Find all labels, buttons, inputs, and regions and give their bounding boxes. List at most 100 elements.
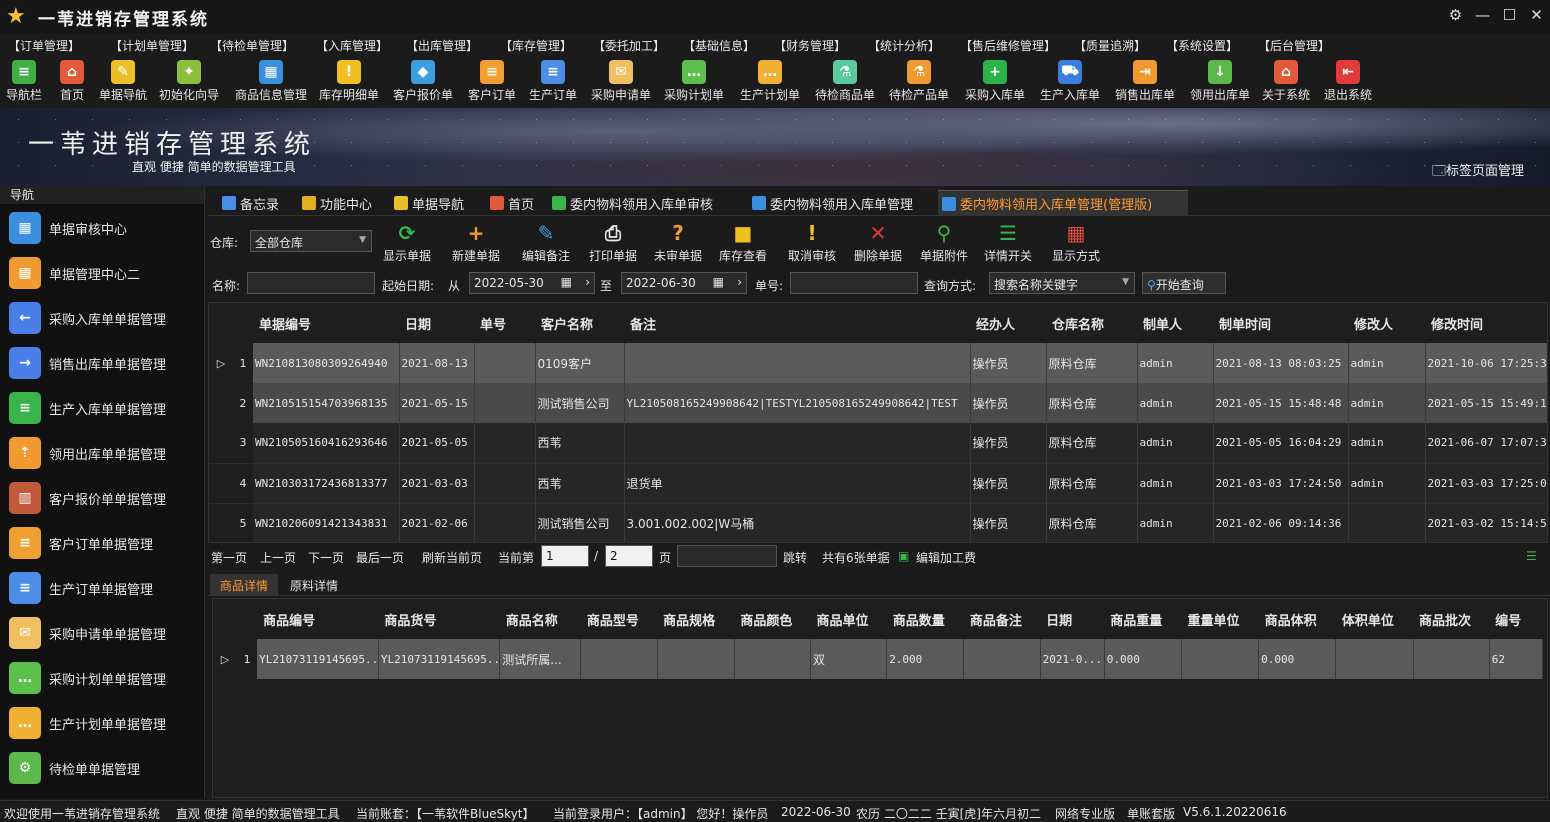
tab-4[interactable]: 委内物料领用入库单审核 xyxy=(548,190,744,216)
column-header[interactable]: 商品单位 xyxy=(810,599,887,639)
table-row[interactable]: 4 WN210303172436813377 2021-03-03 西苇 退货单 操作员原… xyxy=(209,463,1547,504)
toolbar-button-19[interactable]: ⇤ 退出系统 xyxy=(1320,58,1376,106)
column-header[interactable]: 商品重量 xyxy=(1104,599,1182,639)
sidebar-item-2[interactable]: ← 采购入库单单据管理 xyxy=(0,296,204,340)
action-button-4[interactable]: ? 未审单据 xyxy=(648,220,708,264)
table-row[interactable]: ▷ 1 YL21073119145695... YL21073119145695...… xyxy=(213,639,1544,679)
toolbar-button-8[interactable]: ≡ 生产订单 xyxy=(526,58,580,106)
menu-item-9[interactable]: 【统计分析】 xyxy=(868,37,940,54)
sidebar-item-7[interactable]: ≡ 客户订单单据管理 xyxy=(0,521,204,565)
tab-1[interactable]: 功能中心 xyxy=(298,190,386,216)
table-row[interactable]: 5 WN210206091421343831 2021-02-06 测试销售公司 3.0… xyxy=(209,503,1547,542)
column-header[interactable]: 商品货号 xyxy=(378,599,500,639)
action-button-3[interactable]: ⎙ 打印单据 xyxy=(584,220,642,264)
menu-item-3[interactable]: 【入库管理】 xyxy=(316,37,388,54)
toolbar-button-7[interactable]: ≡ 客户订单 xyxy=(464,58,520,106)
column-header[interactable]: 商品编号 xyxy=(257,599,379,639)
sidebar-item-12[interactable]: ⚙ 待检单单据管理 xyxy=(0,746,204,790)
column-header[interactable]: 商品备注 xyxy=(963,599,1041,639)
chevron-right-icon[interactable]: › xyxy=(737,275,742,289)
column-header[interactable]: 制单人 xyxy=(1137,303,1213,343)
sidebar-item-11[interactable]: … 生产计划单单据管理 xyxy=(0,701,204,745)
sidebar-item-10[interactable]: … 采购计划单单据管理 xyxy=(0,656,204,700)
column-header[interactable]: 制单时间 xyxy=(1213,303,1348,343)
table-row[interactable]: 3 WN210505160416293646 2021-05-05 西苇 操作员 原料仓库… xyxy=(209,423,1547,464)
toolbar-button-6[interactable]: ◆ 客户报价单 xyxy=(390,58,456,106)
action-button-7[interactable]: ✕ 删除单据 xyxy=(848,220,908,264)
action-button-5[interactable]: ■ 库存查看 xyxy=(714,220,772,264)
toolbar-button-16[interactable]: ⇥ 销售出库单 xyxy=(1110,58,1180,106)
column-header[interactable]: 重量单位 xyxy=(1181,599,1259,639)
menu-item-11[interactable]: 【质量追溯】 xyxy=(1074,37,1146,54)
settings-gear-icon[interactable]: ⚙ xyxy=(1442,0,1469,30)
column-header[interactable]: 备注 xyxy=(624,303,970,343)
column-header[interactable]: 商品规格 xyxy=(657,599,735,639)
sidebar-item-4[interactable]: ≡ 生产入库单单据管理 xyxy=(0,386,204,430)
sidebar-item-1[interactable]: ▦ 单据管理中心二 xyxy=(0,251,204,295)
menu-item-2[interactable]: 【待检单管理】 xyxy=(210,37,294,54)
column-header[interactable]: 修改时间 xyxy=(1425,303,1547,343)
tab-6[interactable]: 委内物料领用入库单管理(管理版) xyxy=(938,190,1188,216)
search-button[interactable]: ⚲开始查询 xyxy=(1142,272,1226,294)
chevron-right-icon[interactable]: › xyxy=(585,275,590,289)
menu-item-1[interactable]: 【计划单管理】 xyxy=(110,37,194,54)
menu-item-4[interactable]: 【出库管理】 xyxy=(406,37,478,54)
menu-item-7[interactable]: 【基础信息】 xyxy=(683,37,755,54)
column-header[interactable]: 单据编号 xyxy=(253,303,399,343)
sidebar-item-0[interactable]: ▦ 单据审核中心 xyxy=(0,206,204,250)
menu-item-0[interactable]: 【订单管理】 xyxy=(8,37,80,54)
column-header[interactable]: 商品名称 xyxy=(499,599,581,639)
column-header[interactable]: 仓库名称 xyxy=(1046,303,1137,343)
tab-material-details[interactable]: 原料详情 xyxy=(280,574,348,596)
order-no-input[interactable] xyxy=(790,272,918,294)
menu-item-8[interactable]: 【财务管理】 xyxy=(774,37,846,54)
action-button-1[interactable]: + 新建单据 xyxy=(444,220,508,264)
toolbar-button-14[interactable]: + 采购入库单 xyxy=(960,58,1030,106)
toolbar-button-5[interactable]: ! 库存明细单 xyxy=(316,58,382,106)
toolbar-button-12[interactable]: ⚗ 待检商品单 xyxy=(810,58,880,106)
column-header[interactable]: 商品批次 xyxy=(1413,599,1490,639)
column-header[interactable]: 商品型号 xyxy=(580,599,658,639)
column-header[interactable]: 日期 xyxy=(399,303,474,343)
refresh-page-link[interactable]: 刷新当前页 xyxy=(422,549,482,566)
toolbar-button-11[interactable]: … 生产计划单 xyxy=(736,58,804,106)
query-mode-select[interactable]: 搜索名称关键字 ▼ xyxy=(989,272,1135,294)
table-row[interactable]: ▷ 1 WN210813080309264940 2021-08-13 0109客户 操作… xyxy=(209,343,1547,383)
sidebar-item-6[interactable]: ▥ 客户报价单单据管理 xyxy=(0,476,204,520)
toolbar-button-18[interactable]: ⌂ 关于系统 xyxy=(1258,58,1314,106)
toolbar-button-10[interactable]: … 采购计划单 xyxy=(660,58,728,106)
tab-0[interactable]: 备忘录 xyxy=(218,190,294,216)
toolbar-button-17[interactable]: ↓ 领用出库单 xyxy=(1186,58,1254,106)
prev-page-link[interactable]: 上一页 xyxy=(260,549,296,566)
edit-fee-button[interactable]: 编辑加工费 xyxy=(916,549,976,566)
sidebar-item-8[interactable]: ≡ 生产订单单据管理 xyxy=(0,566,204,610)
column-header[interactable]: 单号 xyxy=(474,303,535,343)
calendar-icon[interactable]: ▦ xyxy=(713,275,724,289)
column-header[interactable]: 客户名称 xyxy=(535,303,624,343)
menu-item-5[interactable]: 【库存管理】 xyxy=(500,37,572,54)
column-settings-icon[interactable]: ☰ xyxy=(1526,549,1537,563)
calendar-icon[interactable]: ▦ xyxy=(561,275,572,289)
tab-2[interactable]: 单据导航 xyxy=(390,190,482,216)
column-header[interactable]: 日期 xyxy=(1040,599,1105,639)
warehouse-select[interactable]: 全部仓库 ▼ xyxy=(250,230,372,252)
column-header[interactable]: 编号 xyxy=(1489,599,1543,639)
maximize-button[interactable]: ☐ xyxy=(1496,0,1523,30)
sidebar-item-5[interactable]: ⇡ 领用出库单单据管理 xyxy=(0,431,204,475)
toolbar-button-0[interactable]: ≡ 导航栏 xyxy=(2,58,46,106)
action-button-10[interactable]: ▦ 显示方式 xyxy=(1046,220,1106,264)
menu-item-12[interactable]: 【系统设置】 xyxy=(1166,37,1238,54)
action-button-9[interactable]: ☰ 详情开关 xyxy=(980,220,1036,264)
table-row[interactable]: 2 WN210515154703968135 2021-05-15 测试销售公司 YL2… xyxy=(209,383,1547,423)
tab-product-details[interactable]: 商品详情 xyxy=(210,574,279,596)
to-date-input[interactable]: 2022-06-30 ▦ › xyxy=(621,272,747,294)
close-button[interactable]: ✕ xyxy=(1523,0,1550,30)
action-button-6[interactable]: ! 取消审核 xyxy=(782,220,842,264)
menu-item-13[interactable]: 【后台管理】 xyxy=(1258,37,1330,54)
first-page-link[interactable]: 第一页 xyxy=(211,549,247,566)
sidebar-item-9[interactable]: ✉ 采购申请单单据管理 xyxy=(0,611,204,655)
last-page-link[interactable]: 最后一页 xyxy=(356,549,404,566)
minimize-button[interactable]: — xyxy=(1469,0,1496,30)
toolbar-button-4[interactable]: ▦ 商品信息管理 xyxy=(230,58,312,106)
tab-5[interactable]: 委内物料领用入库单管理 xyxy=(748,190,934,216)
